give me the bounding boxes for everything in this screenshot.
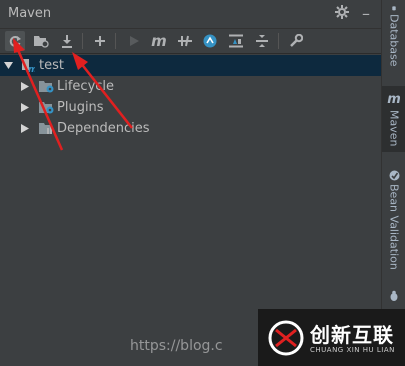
reimport-button[interactable] xyxy=(5,31,25,51)
brand-subtitle: CHUANG XIN HU LIAN xyxy=(310,346,395,354)
expand-arrow-icon[interactable] xyxy=(3,55,13,76)
brand-name: 创新互联 xyxy=(310,323,394,347)
tree-row-root[interactable]: m test xyxy=(0,55,381,76)
show-dependencies-button[interactable] xyxy=(226,31,246,51)
play-icon xyxy=(130,36,139,46)
tree-root-label: test xyxy=(39,58,64,73)
svg-text:m: m xyxy=(28,65,35,73)
maven-m-icon: m xyxy=(151,32,167,50)
refresh-icon xyxy=(9,36,21,47)
tree-item-label: Dependencies xyxy=(57,121,150,136)
download-sources-button[interactable] xyxy=(57,31,77,51)
tree-item-label: Lifecycle xyxy=(57,79,115,94)
bug-tab[interactable] xyxy=(382,290,405,310)
bean-validation-tab[interactable]: Bean Validation xyxy=(382,170,405,274)
maven-m-icon: m xyxy=(387,92,401,107)
bean-validation-icon xyxy=(389,170,399,181)
maven-tab-label: Maven xyxy=(387,110,401,147)
tree-row-lifecycle[interactable]: Lifecycle xyxy=(0,76,381,97)
collapsed-arrow-icon[interactable] xyxy=(20,76,30,97)
bug-icon xyxy=(390,290,398,301)
offline-icon xyxy=(178,35,192,47)
minimize-icon[interactable]: – xyxy=(357,5,375,23)
dependencies-diagram-icon xyxy=(229,34,243,48)
toolbar-separator xyxy=(82,33,83,49)
plus-icon xyxy=(95,36,105,46)
collapsed-arrow-icon[interactable] xyxy=(20,97,30,118)
run-button[interactable] xyxy=(124,31,144,51)
watermark-text: https://blog.c xyxy=(130,338,223,354)
tool-window-header: Maven – xyxy=(0,0,381,29)
lifecycle-folder-icon xyxy=(38,79,54,94)
generate-sources-button[interactable] xyxy=(31,31,51,51)
tree-item-label: Plugins xyxy=(57,100,104,115)
database-tab-label: Database xyxy=(387,13,401,67)
gear-icon[interactable] xyxy=(333,5,351,23)
brand-logo-icon xyxy=(268,320,304,356)
dependencies-folder-icon xyxy=(38,121,54,136)
folder-refresh-icon xyxy=(34,36,49,48)
maven-project-icon: m xyxy=(19,58,37,75)
database-tab[interactable]: Database xyxy=(382,6,405,66)
collapse-all-button[interactable] xyxy=(252,31,272,51)
skip-tests-button[interactable] xyxy=(200,31,220,51)
toggle-offline-button[interactable] xyxy=(175,31,195,51)
collapsed-arrow-icon[interactable] xyxy=(20,118,30,139)
tree-row-dependencies[interactable]: Dependencies xyxy=(0,118,381,139)
brand-badge: 创新互联 CHUANG XIN HU LIAN xyxy=(258,309,405,366)
plugins-folder-icon xyxy=(38,100,54,115)
tool-window-title: Maven xyxy=(8,6,52,21)
skip-tests-icon xyxy=(203,34,217,48)
execute-goal-button[interactable]: m xyxy=(149,31,169,51)
wrench-icon xyxy=(290,34,303,47)
maven-tab[interactable]: m Maven xyxy=(382,86,405,152)
maven-settings-button[interactable] xyxy=(286,31,306,51)
add-project-button[interactable] xyxy=(90,31,110,51)
maven-toolbar: m xyxy=(0,29,381,54)
tree-row-plugins[interactable]: Plugins xyxy=(0,97,381,118)
download-icon xyxy=(62,35,72,48)
toolbar-separator xyxy=(115,33,116,49)
collapse-all-icon xyxy=(256,35,268,47)
database-icon xyxy=(392,6,396,11)
bean-validation-tab-label: Bean Validation xyxy=(387,184,401,270)
toolbar-separator xyxy=(278,33,279,49)
